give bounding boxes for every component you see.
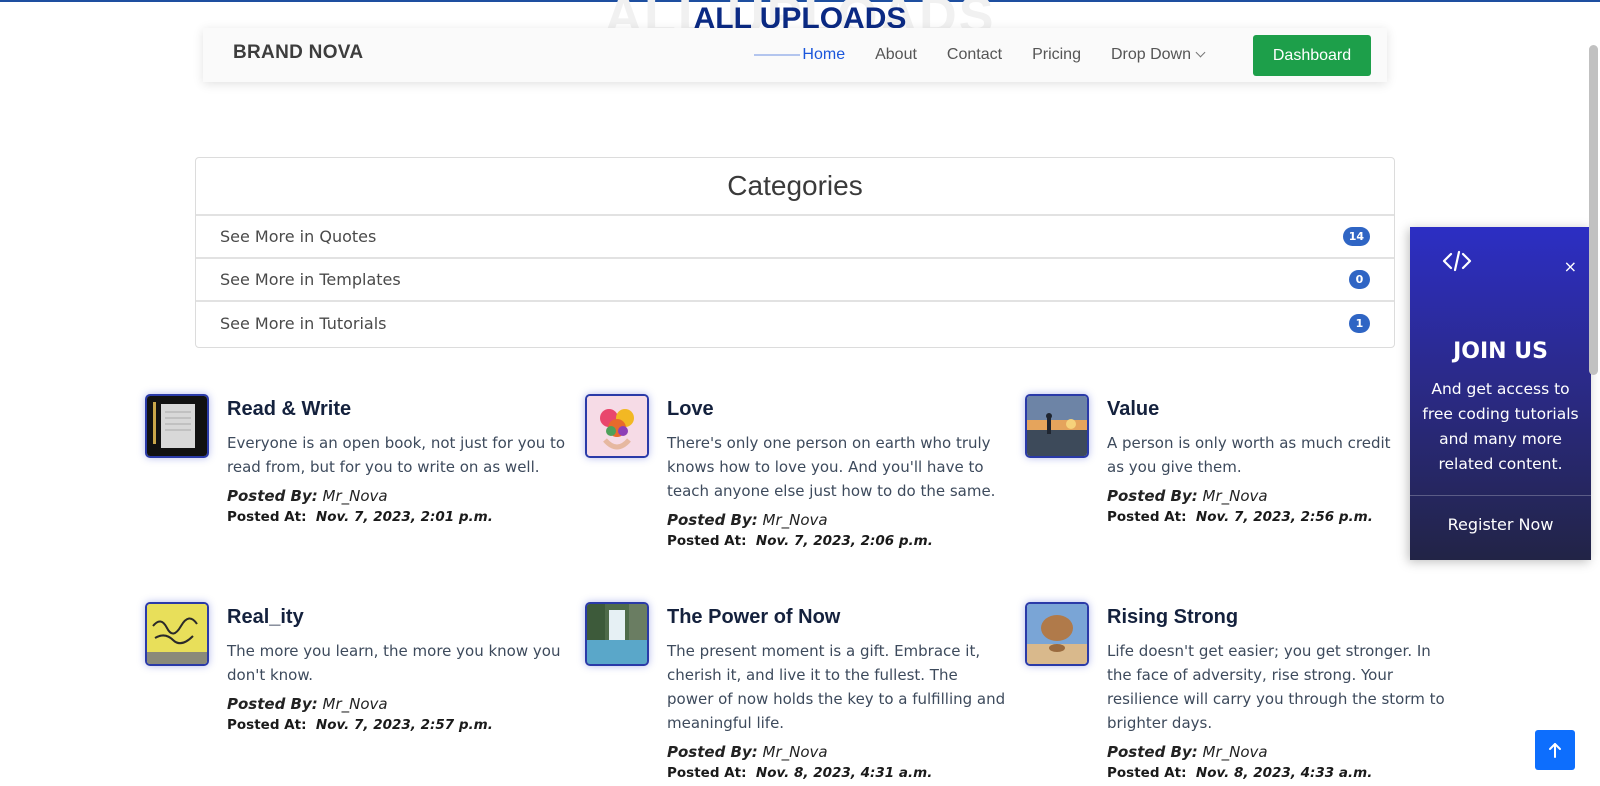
posted-by-label: Posted By: <box>1107 743 1198 761</box>
posted-by-label: Posted By: <box>1107 487 1198 505</box>
posted-at-label: Posted At: <box>227 717 307 733</box>
nav-contact[interactable]: Contact <box>947 46 1002 64</box>
author-name: Mr_Nova <box>1202 487 1268 505</box>
category-row-templates[interactable]: See More in Templates 0 <box>196 259 1394 302</box>
post-title[interactable]: Read & Write <box>227 396 567 422</box>
post-body: Read & Write Everyone is an open book, n… <box>227 396 567 525</box>
post-date: Posted At: Nov. 8, 2023, 4:33 a.m. <box>1107 765 1447 781</box>
brand-logo[interactable]: BRAND NOVA <box>233 42 363 64</box>
post-thumbnail-sunset[interactable] <box>1027 396 1087 456</box>
post-body: Rising Strong Life doesn't get easier; y… <box>1107 604 1447 781</box>
date-value: Nov. 8, 2023, 4:31 a.m. <box>755 765 933 781</box>
code-icon <box>1442 249 1472 279</box>
post-date: Posted At: Nov. 7, 2023, 2:06 p.m. <box>667 533 1007 549</box>
arrow-up-icon <box>1549 743 1561 758</box>
post-date: Posted At: Nov. 7, 2023, 2:01 p.m. <box>227 509 567 525</box>
nav-dropdown-label: Drop Down <box>1110 46 1191 63</box>
join-text: And get access to free coding tutorials … <box>1422 380 1579 473</box>
posted-at-label: Posted At: <box>667 533 747 549</box>
author-name: Mr_Nova <box>1202 743 1268 761</box>
post-title[interactable]: Rising Strong <box>1107 604 1447 630</box>
category-row-quotes[interactable]: See More in Quotes 14 <box>196 216 1394 259</box>
post-author: Posted By: Mr_Nova <box>1107 487 1407 505</box>
posted-by-label: Posted By: <box>227 695 318 713</box>
author-name: Mr_Nova <box>322 695 388 713</box>
close-icon[interactable]: × <box>1564 257 1577 276</box>
post-text: Everyone is an open book, not just for y… <box>227 434 566 476</box>
post-text: The more you learn, the more you know yo… <box>227 642 561 684</box>
post-author: Posted By: Mr_Nova <box>227 695 567 713</box>
nav-home[interactable]: Home <box>754 46 845 64</box>
join-us-popup: × JOIN US And get access to free coding … <box>1410 227 1591 560</box>
post-author: Posted By: Mr_Nova <box>667 743 1007 761</box>
author-name: Mr_Nova <box>762 743 828 761</box>
post-thumbnail-flowers[interactable] <box>587 396 647 456</box>
nav-about[interactable]: About <box>875 46 917 64</box>
posted-at-label: Posted At: <box>227 509 307 525</box>
post-title[interactable]: Real_ity <box>227 604 567 630</box>
post-title[interactable]: The Power of Now <box>667 604 1007 630</box>
post-author: Posted By: Mr_Nova <box>1107 743 1447 761</box>
post-author: Posted By: Mr_Nova <box>667 511 1007 529</box>
post-thumbnail-wall[interactable] <box>147 604 207 664</box>
date-value: Nov. 8, 2023, 4:33 a.m. <box>1195 765 1373 781</box>
posted-by-label: Posted By: <box>667 743 758 761</box>
nav-pricing[interactable]: Pricing <box>1032 46 1081 64</box>
post-body: Value A person is only worth as much cre… <box>1107 396 1407 525</box>
posted-at-label: Posted At: <box>1107 765 1187 781</box>
post-author: Posted By: Mr_Nova <box>227 487 567 505</box>
post-text: Life doesn't get easier; you get stronge… <box>1107 642 1445 732</box>
count-badge: 1 <box>1349 314 1370 333</box>
dashboard-button[interactable]: Dashboard <box>1253 35 1371 76</box>
post-date: Posted At: Nov. 7, 2023, 2:57 p.m. <box>227 717 567 733</box>
date-value: Nov. 7, 2023, 2:56 p.m. <box>1195 509 1373 525</box>
post-thumbnail-rock[interactable] <box>1027 604 1087 664</box>
date-value: Nov. 7, 2023, 2:01 p.m. <box>315 509 493 525</box>
date-value: Nov. 7, 2023, 2:57 p.m. <box>315 717 493 733</box>
category-label: See More in Templates <box>220 270 401 289</box>
post-text: The present moment is a gift. Embrace it… <box>667 642 1006 732</box>
posted-by-label: Posted By: <box>227 487 318 505</box>
category-row-tutorials[interactable]: See More in Tutorials 1 <box>196 302 1394 345</box>
posted-by-label: Posted By: <box>667 511 758 529</box>
post-thumbnail-waterfall[interactable] <box>587 604 647 664</box>
back-to-top-button[interactable] <box>1535 730 1575 770</box>
count-badge: 0 <box>1349 270 1370 289</box>
date-value: Nov. 7, 2023, 2:06 p.m. <box>755 533 933 549</box>
post-body: Love There's only one person on earth wh… <box>667 396 1007 549</box>
post-body: Real_ity The more you learn, the more yo… <box>227 604 567 733</box>
register-now-button[interactable]: Register Now <box>1410 515 1591 534</box>
post-date: Posted At: Nov. 7, 2023, 2:56 p.m. <box>1107 509 1407 525</box>
post-date: Posted At: Nov. 8, 2023, 4:31 a.m. <box>667 765 1007 781</box>
post-text: There's only one person on earth who tru… <box>667 434 996 500</box>
post-text: A person is only worth as much credit as… <box>1107 434 1391 476</box>
post-body: The Power of Now The present moment is a… <box>667 604 1007 781</box>
divider <box>1410 495 1591 496</box>
categories-panel: Categories See More in Quotes 14 See Mor… <box>195 157 1395 348</box>
author-name: Mr_Nova <box>762 511 828 529</box>
category-label: See More in Quotes <box>220 227 377 246</box>
post-title[interactable]: Value <box>1107 396 1407 422</box>
posted-at-label: Posted At: <box>1107 509 1187 525</box>
count-badge: 14 <box>1342 227 1370 246</box>
scrollbar-thumb[interactable] <box>1589 45 1598 375</box>
posted-at-label: Posted At: <box>667 765 747 781</box>
category-label: See More in Tutorials <box>220 314 387 333</box>
nav-links: Home About Contact Pricing Drop Down <box>754 28 1206 82</box>
categories-title: Categories <box>196 158 1394 216</box>
join-title: JOIN US <box>1453 339 1548 364</box>
navbar: BRAND NOVA Home About Contact Pricing Dr… <box>203 28 1387 82</box>
post-title[interactable]: Love <box>667 396 1007 422</box>
author-name: Mr_Nova <box>322 487 388 505</box>
nav-dropdown[interactable]: Drop Down <box>1110 46 1206 64</box>
chevron-down-icon <box>1195 47 1206 58</box>
post-thumbnail-notebook[interactable] <box>147 396 207 456</box>
